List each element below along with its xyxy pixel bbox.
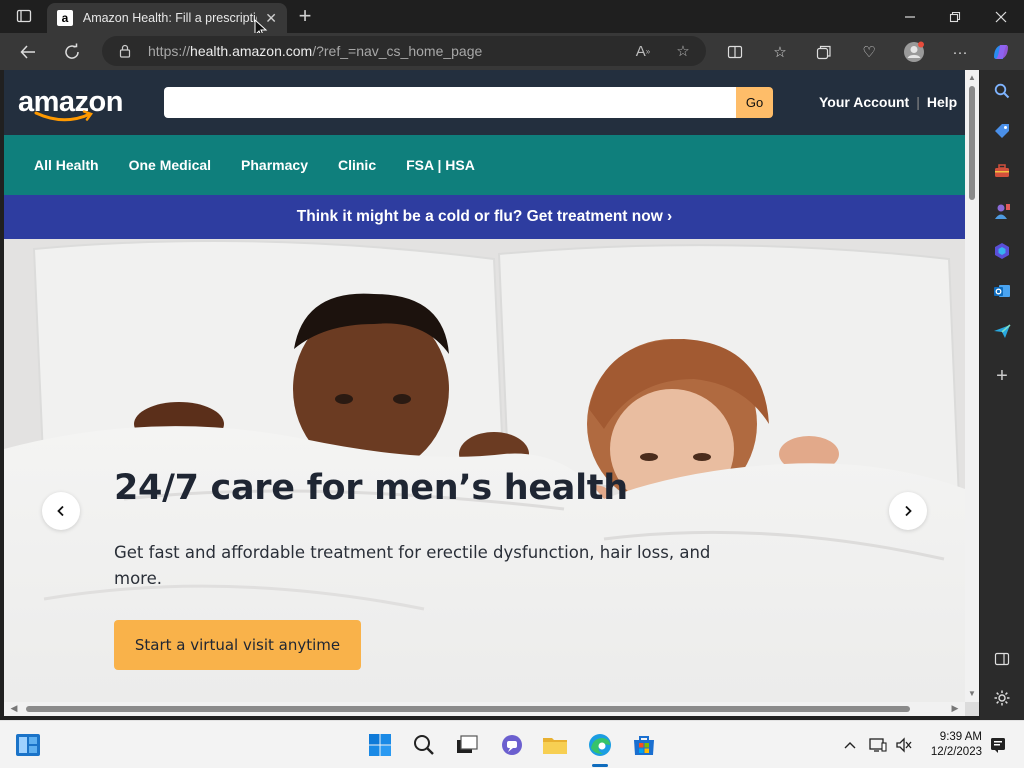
search-icon[interactable] — [991, 80, 1013, 102]
browser-tab-bar: a Amazon Health: Fill a prescription ✕ + — [0, 0, 1024, 39]
sidebar-settings-gear-icon[interactable] — [991, 687, 1013, 709]
taskbar-search-icon[interactable] — [410, 731, 438, 759]
tab-actions-icon[interactable] — [8, 5, 40, 27]
browser-tab-active[interactable]: a Amazon Health: Fill a prescription ✕ — [47, 3, 287, 33]
search-go-button[interactable]: Go — [736, 87, 773, 118]
browser-toolbar: https://health.amazon.com/?ref_=nav_cs_h… — [0, 33, 1024, 70]
start-virtual-visit-button[interactable]: Start a virtual visit anytime — [114, 620, 361, 670]
lock-icon[interactable] — [118, 44, 132, 58]
shopping-tag-icon[interactable] — [991, 120, 1013, 142]
read-aloud-icon[interactable]: A» — [634, 42, 652, 60]
volume-muted-icon[interactable] — [892, 731, 916, 759]
amazon-header: amazon Go Your Account | Help | Ca — [4, 70, 965, 135]
network-icon[interactable] — [866, 731, 890, 759]
collections-icon[interactable] — [813, 41, 835, 63]
clock[interactable]: 9:39 AM 12/2/2023 — [926, 730, 982, 760]
vertical-scrollbar[interactable]: ▲ ▼ — [965, 70, 979, 702]
restore-button[interactable] — [932, 0, 978, 33]
amazon-smile-icon — [34, 110, 93, 122]
nav-pharmacy[interactable]: Pharmacy — [241, 157, 308, 173]
scroll-right-icon[interactable]: ▶ — [949, 703, 961, 715]
vertical-scroll-thumb[interactable] — [969, 86, 975, 200]
tab-title: Amazon Health: Fill a prescription — [82, 11, 258, 25]
nav-all-health[interactable]: All Health — [34, 157, 99, 173]
outlook-icon[interactable] — [991, 280, 1013, 302]
microsoft-store-icon[interactable] — [630, 731, 658, 759]
carousel-next-button[interactable] — [889, 492, 927, 530]
notifications-icon[interactable] — [986, 731, 1010, 759]
nav-fsa-hsa[interactable]: FSA | HSA — [406, 157, 475, 173]
file-explorer-icon[interactable] — [541, 731, 569, 759]
page-viewport: amazon Go Your Account | Help | Ca All H… — [4, 70, 965, 702]
search-input[interactable] — [164, 87, 737, 118]
back-button[interactable] — [15, 39, 41, 65]
split-screen-icon[interactable] — [724, 41, 746, 63]
minimize-button[interactable] — [887, 0, 933, 33]
favorite-star-icon[interactable]: ☆ — [674, 42, 692, 60]
profile-avatar-icon[interactable] — [903, 41, 925, 63]
browser-essentials-icon[interactable]: ♡ — [858, 41, 880, 63]
carousel-prev-button[interactable] — [42, 492, 80, 530]
favorites-icon[interactable]: ☆ — [769, 41, 791, 63]
nav-one-medical[interactable]: One Medical — [129, 157, 211, 173]
scroll-down-icon[interactable]: ▼ — [967, 689, 977, 699]
add-sidebar-app-icon[interactable]: + — [991, 365, 1013, 387]
promo-banner[interactable]: Think it might be a cold or flu? Get tre… — [4, 195, 965, 239]
hero-subtitle: Get fast and affordable treatment for er… — [114, 543, 711, 588]
teams-chat-icon[interactable] — [497, 731, 525, 759]
widgets-icon[interactable] — [14, 731, 42, 759]
clock-time: 9:39 AM — [939, 731, 982, 743]
windows-taskbar: 9:39 AM 12/2/2023 — [0, 720, 1024, 768]
edge-sidebar: + — [980, 70, 1024, 720]
amazon-favicon-icon: a — [57, 10, 73, 26]
drop-send-icon[interactable] — [991, 320, 1013, 342]
refresh-button[interactable] — [59, 39, 85, 65]
copilot-icon[interactable] — [990, 41, 1012, 63]
address-bar[interactable]: https://health.amazon.com/?ref_=nav_cs_h… — [102, 36, 706, 66]
hero-carousel: 24/7 care for men’s health Get fast and … — [4, 239, 965, 702]
edge-browser-icon[interactable] — [586, 731, 614, 759]
url-text: https://health.amazon.com/?ref_=nav_cs_h… — [148, 43, 483, 59]
health-nav: All Health One Medical Pharmacy Clinic F… — [4, 135, 965, 195]
nav-clinic[interactable]: Clinic — [338, 157, 376, 173]
active-app-indicator — [592, 764, 608, 767]
hero-title: 24/7 care for men’s health — [114, 468, 628, 508]
scroll-up-icon[interactable]: ▲ — [967, 73, 977, 83]
windows-start-icon[interactable] — [366, 731, 394, 759]
scroll-corner — [965, 702, 979, 716]
clock-date: 12/2/2023 — [930, 746, 982, 758]
close-window-button[interactable] — [978, 0, 1024, 33]
help-link[interactable]: Help — [927, 94, 957, 110]
horizontal-scroll-thumb[interactable] — [26, 706, 910, 712]
scroll-left-icon[interactable]: ◀ — [8, 703, 20, 715]
new-tab-button[interactable]: + — [292, 3, 318, 29]
task-view-icon[interactable] — [453, 731, 481, 759]
link-separator: | — [916, 94, 920, 110]
games-icon[interactable] — [991, 200, 1013, 222]
microsoft-365-icon[interactable] — [991, 240, 1013, 262]
more-menu-icon[interactable]: ··· — [949, 41, 971, 63]
hide-sidebar-icon[interactable] — [991, 648, 1013, 670]
your-account-link[interactable]: Your Account — [819, 94, 909, 110]
header-links: Your Account | Help | Ca — [819, 94, 965, 110]
tools-briefcase-icon[interactable] — [991, 160, 1013, 182]
show-hidden-icons-chevron-icon[interactable] — [838, 731, 862, 759]
horizontal-scrollbar[interactable]: ◀ ▶ — [4, 702, 965, 716]
